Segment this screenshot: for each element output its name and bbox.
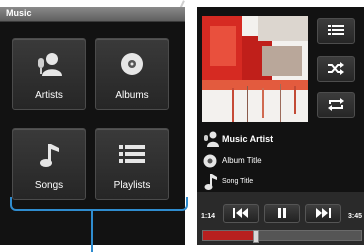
app-title: Music bbox=[6, 8, 32, 18]
artist-icon bbox=[204, 131, 219, 147]
playlists-tile[interactable]: Playlists bbox=[95, 128, 169, 200]
albums-label: Albums bbox=[115, 90, 149, 101]
title-bar: Music bbox=[0, 7, 185, 22]
callout-line-right bbox=[91, 232, 93, 252]
now-playing-screen: Music Artist Album Title Song Title 1:14… bbox=[197, 7, 364, 245]
pause-button[interactable] bbox=[264, 204, 300, 223]
album-title: Album Title bbox=[222, 156, 262, 165]
album-art-image bbox=[202, 16, 308, 122]
total-time: 3:45 bbox=[347, 213, 362, 220]
playlists-label: Playlists bbox=[113, 180, 151, 191]
album-art bbox=[202, 16, 308, 122]
elapsed-time: 1:14 bbox=[201, 213, 216, 220]
shuffle-icon bbox=[328, 62, 344, 75]
albums-tile[interactable]: Albums bbox=[95, 38, 169, 110]
shuffle-button[interactable] bbox=[317, 56, 355, 82]
progress-fill bbox=[203, 231, 255, 240]
progress-thumb[interactable] bbox=[253, 230, 259, 243]
progress-bar[interactable] bbox=[202, 230, 362, 243]
album-icon bbox=[203, 154, 217, 168]
artists-label: Artists bbox=[35, 90, 63, 101]
artist-icon bbox=[38, 53, 62, 76]
list-icon bbox=[328, 25, 344, 35]
callout-bracket-left bbox=[10, 197, 188, 211]
playlist-icon bbox=[119, 145, 145, 163]
artists-tile[interactable]: Artists bbox=[12, 38, 86, 110]
previous-button[interactable] bbox=[223, 204, 259, 223]
songs-label: Songs bbox=[34, 180, 64, 191]
skip-next-icon bbox=[316, 208, 331, 218]
pause-icon bbox=[278, 208, 286, 218]
repeat-button[interactable] bbox=[317, 92, 355, 118]
playback-controls: 1:14 3:45 bbox=[197, 192, 364, 245]
song-note-icon bbox=[40, 144, 59, 167]
song-title: Song Title bbox=[222, 178, 254, 185]
artist-name: Music Artist bbox=[222, 134, 274, 144]
album-icon bbox=[121, 53, 143, 75]
repeat-icon bbox=[328, 98, 344, 111]
next-button[interactable] bbox=[305, 204, 341, 223]
songs-tile[interactable]: Songs bbox=[12, 128, 86, 200]
song-note-icon bbox=[204, 174, 217, 190]
skip-previous-icon bbox=[233, 208, 248, 218]
queue-button[interactable] bbox=[317, 18, 355, 44]
